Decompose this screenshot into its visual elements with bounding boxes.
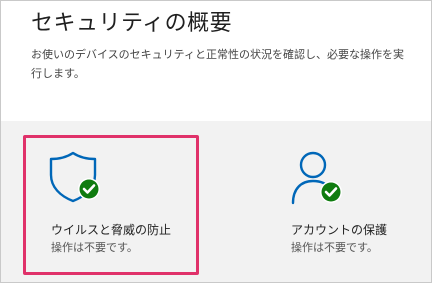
person-check-icon [291,151,342,205]
card-title: アカウントの保護 [291,223,388,237]
shield-check-icon [49,151,100,203]
virus-threat-protection-card[interactable]: ウイルスと脅威の防止 操作は不要です。 [23,129,199,282]
card-title: ウイルスと脅威の防止 [51,223,172,237]
account-protection-card[interactable]: アカウントの保護 操作は不要です。 [269,129,431,282]
card-status: 操作は不要です。 [51,241,138,254]
security-overview-page: セキュリティの概要 お使いのデバイスのセキュリティと正常性の状況を確認し、必要な… [0,0,432,283]
header: セキュリティの概要 お使いのデバイスのセキュリティと正常性の状況を確認し、必要な… [1,1,431,121]
page-description: お使いのデバイスのセキュリティと正常性の状況を確認し、必要な操作を実行します。 [31,48,405,80]
page-title: セキュリティの概要 [31,11,233,36]
card-status: 操作は不要です。 [291,241,378,254]
